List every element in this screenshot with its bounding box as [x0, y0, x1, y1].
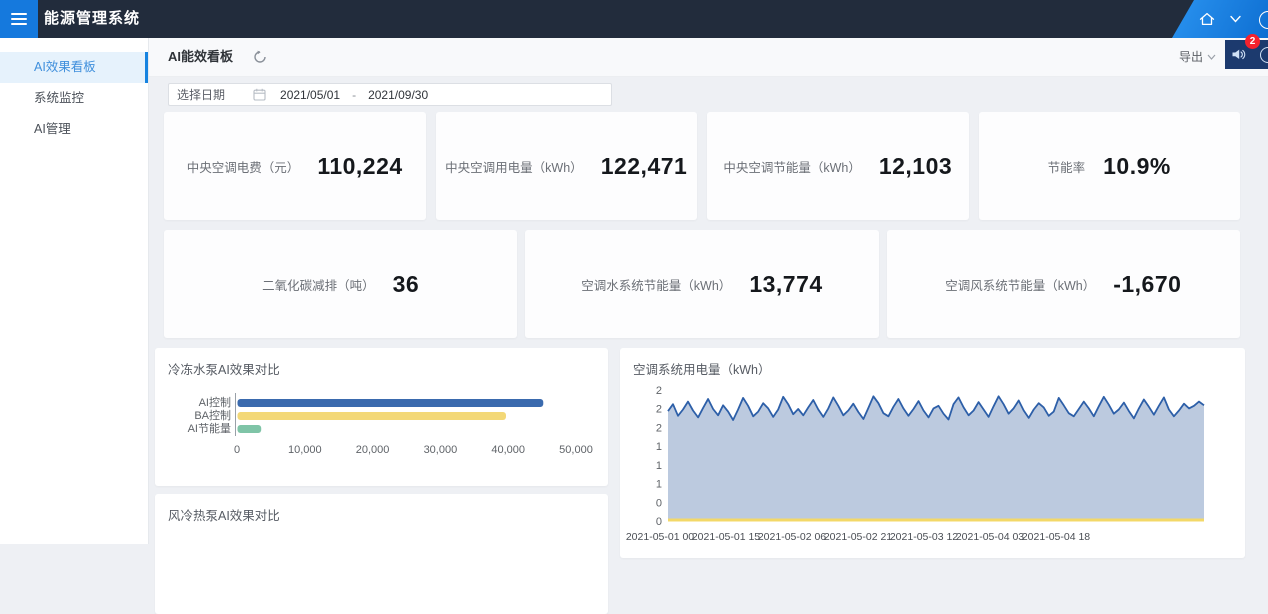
kpi-value: 36: [393, 271, 420, 298]
kpi-label: 二氧化碳减排（吨）: [262, 275, 375, 294]
svg-text:2021-05-02 06: 2021-05-02 06: [758, 531, 826, 543]
svg-text:2: 2: [656, 404, 662, 416]
svg-text:2021-05-04 18: 2021-05-04 18: [1022, 531, 1090, 543]
kpi-label: 中央空调电费（元）: [187, 157, 300, 176]
svg-text:2021-05-01 00: 2021-05-01 00: [626, 531, 694, 543]
refresh-icon[interactable]: [253, 50, 267, 69]
svg-text:AI节能量: AI节能量: [188, 421, 231, 435]
kpi-label: 空调风系统节能量（kWh）: [945, 275, 1095, 294]
kpi-card-co2-reduction: 二氧化碳减排（吨） 36: [164, 230, 517, 338]
svg-text:0: 0: [656, 497, 662, 509]
panel-title: 风冷热泵AI效果对比: [168, 505, 280, 524]
svg-text:BA控制: BA控制: [194, 408, 231, 422]
panel-ac-system-power: 222111002021-05-01 002021-05-01 152021-0…: [620, 348, 1245, 558]
kpi-value: 10.9%: [1103, 153, 1171, 180]
kpi-row-1: 中央空调电费（元） 110,224 中央空调用电量（kWh） 122,471 中…: [164, 112, 1240, 220]
date-range-picker[interactable]: 选择日期 2021/05/01 - 2021/09/30: [168, 83, 612, 106]
sidebar-item-label: AI管理: [34, 122, 71, 136]
kpi-label: 中央空调用电量（kWh）: [445, 157, 583, 176]
panel-title: 冷冻水泵AI效果对比: [168, 359, 280, 378]
kpi-value: 13,774: [749, 271, 822, 298]
topbar-quick-actions: [1172, 0, 1268, 38]
speaker-icon: [1231, 47, 1247, 67]
home-icon: [1198, 11, 1216, 27]
panel-title: 空调系统用电量（kWh）: [633, 359, 771, 378]
svg-text:2: 2: [656, 385, 662, 397]
kpi-value: -1,670: [1113, 271, 1181, 298]
kpi-card-electricity-cost: 中央空调电费（元） 110,224: [164, 112, 426, 220]
export-label: 导出: [1179, 38, 1203, 76]
svg-text:20,000: 20,000: [356, 444, 390, 456]
content-header: AI能效看板 导出: [149, 38, 1268, 77]
svg-text:1: 1: [656, 460, 662, 472]
sidebar-item-ai-dashboard[interactable]: AI效果看板: [0, 52, 148, 83]
notification-widget[interactable]: 2: [1225, 40, 1268, 69]
kpi-value: 110,224: [317, 153, 402, 180]
svg-text:40,000: 40,000: [491, 444, 525, 456]
page-title: AI能效看板: [168, 38, 233, 76]
kpi-value: 122,471: [601, 153, 688, 180]
svg-text:50,000: 50,000: [559, 444, 593, 456]
widget-partial-icon: [1260, 47, 1268, 63]
kpi-card-energy-saving: 中央空调节能量（kWh） 12,103: [707, 112, 969, 220]
kpi-label: 空调水系统节能量（kWh）: [581, 275, 731, 294]
top-navbar: 能源管理系统: [0, 0, 1268, 38]
help-icon[interactable]: [1259, 11, 1268, 29]
svg-text:0: 0: [656, 516, 662, 528]
sidebar-item-system-monitor[interactable]: 系统监控: [0, 83, 148, 114]
date-picker-label: 选择日期: [177, 86, 225, 103]
panel-chilled-water-pump-comparison: AI控制BA控制AI节能量0 10,000 20,000 30,000 40,000 50…: [155, 348, 608, 486]
sidebar-item-label: 系统监控: [34, 91, 84, 105]
menu-toggle-button[interactable]: [0, 0, 38, 38]
svg-text:2021-05-03 12: 2021-05-03 12: [890, 531, 958, 543]
menu-icon: [11, 13, 27, 15]
svg-text:2: 2: [656, 422, 662, 434]
kpi-label: 节能率: [1048, 157, 1086, 176]
svg-text:2021-05-01 15: 2021-05-01 15: [692, 531, 760, 543]
svg-text:2021-05-02 21: 2021-05-02 21: [824, 531, 892, 543]
app-title: 能源管理系统: [44, 0, 140, 38]
kpi-value: 12,103: [879, 153, 952, 180]
kpi-card-water-system-saving: 空调水系统节能量（kWh） 13,774: [525, 230, 878, 338]
svg-text:2021-05-04 03: 2021-05-04 03: [956, 531, 1024, 543]
svg-text:30,000: 30,000: [424, 444, 458, 456]
svg-text:1: 1: [656, 479, 662, 491]
kpi-card-air-system-saving: 空调风系统节能量（kWh） -1,670: [887, 230, 1240, 338]
calendar-icon: [253, 88, 266, 101]
sidebar-item-ai-manage[interactable]: AI管理: [0, 114, 148, 145]
caret-down-icon: [1207, 54, 1216, 60]
sidebar-nav: AI效果看板 系统监控 AI管理: [0, 38, 149, 544]
kpi-card-saving-rate: 节能率 10.9%: [979, 112, 1241, 220]
svg-text:10,000: 10,000: [288, 444, 322, 456]
home-button[interactable]: [1198, 11, 1216, 27]
date-end-value: 2021/09/30: [368, 88, 428, 102]
ac-power-area-chart[interactable]: 222111002021-05-01 002021-05-01 152021-0…: [620, 348, 1245, 558]
kpi-label: 中央空调节能量（kWh）: [723, 157, 861, 176]
svg-text:0: 0: [234, 444, 240, 456]
sidebar-item-label: AI效果看板: [34, 60, 96, 74]
kpi-card-power-consumption: 中央空调用电量（kWh） 122,471: [436, 112, 698, 220]
svg-text:AI控制: AI控制: [199, 395, 231, 409]
export-button[interactable]: 导出: [1179, 38, 1216, 76]
date-start-value: 2021/05/01: [280, 88, 340, 102]
panel-air-cooled-heat-pump-comparison: 风冷热泵AI效果对比: [155, 494, 608, 614]
chevron-down-icon[interactable]: [1230, 15, 1241, 23]
kpi-row-2: 二氧化碳减排（吨） 36 空调水系统节能量（kWh） 13,774 空调风系统节…: [164, 230, 1240, 338]
svg-text:1: 1: [656, 441, 662, 453]
notification-badge: 2: [1245, 34, 1260, 49]
date-separator: -: [352, 88, 356, 102]
